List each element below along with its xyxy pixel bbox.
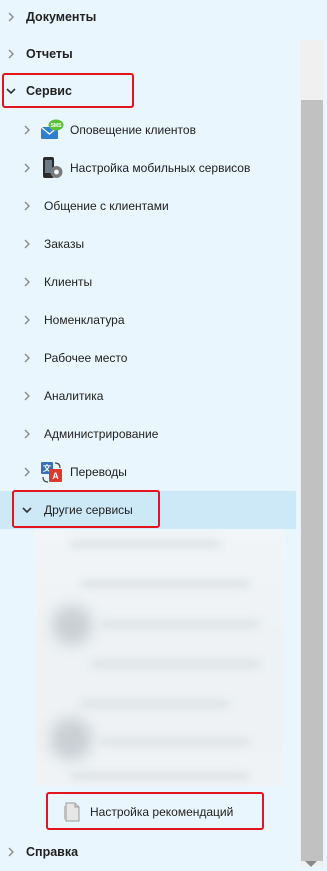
tree-item-label: Аналитика [44,389,104,403]
tree-item-reports[interactable]: Отчеты [0,35,296,73]
tree-item-label: Документы [26,10,97,24]
highlight-frame-recommendation-settings [46,792,264,830]
tree-item-label: Рабочее место [44,351,128,365]
svg-text:SMS: SMS [51,123,63,129]
redacted-blob [50,718,92,760]
chevron-right-icon[interactable] [22,353,32,363]
chevron-right-icon[interactable] [22,239,32,249]
tree-item-label: Отчеты [26,47,73,61]
tree-item-label: Переводы [70,465,127,479]
tree-item-nomenclature[interactable]: Номенклатура [0,301,296,339]
highlight-frame-other-services [12,490,160,528]
tree-item-label: Клиенты [44,275,93,289]
redacted-line [90,660,260,668]
mobile-settings-icon [40,156,64,180]
sms-notification-icon: SMS [40,118,64,142]
svg-text:A: A [52,471,59,481]
tree-item-workplace[interactable]: Рабочее место [0,339,296,377]
tree-item-clients[interactable]: Клиенты [0,263,296,301]
tree-item-label: Администрирование [44,427,159,441]
scrollbar-thumb[interactable] [301,100,323,861]
chevron-right-icon[interactable] [22,429,32,439]
tree-item-mobile-services-settings[interactable]: Настройка мобильных сервисов [0,149,296,187]
chevron-right-icon[interactable] [22,467,32,477]
scroll-down-arrow-icon[interactable] [305,861,317,867]
chevron-right-icon[interactable] [22,125,32,135]
tree-item-label: Оповещение клиентов [70,123,196,137]
redacted-line [70,540,220,548]
tree-item-label: Заказы [44,237,85,251]
highlight-frame-service [2,73,134,108]
redacted-line [100,738,250,746]
tree-item-label: Номенклатура [44,313,125,327]
tree-item-translations[interactable]: 文 A Переводы [0,453,296,491]
tree-item-analytics[interactable]: Аналитика [0,377,296,415]
chevron-right-icon[interactable] [6,12,16,22]
tree-item-documents[interactable]: Документы [0,0,296,36]
chevron-right-icon[interactable] [22,201,32,211]
chevron-right-icon[interactable] [22,277,32,287]
tree-item-label: Общение с клиентами [44,199,169,213]
redacted-blob [52,605,92,645]
tree-item-client-communication[interactable]: Общение с клиентами [0,187,296,225]
translations-icon: 文 A [40,460,64,484]
tree-item-administration[interactable]: Администрирование [0,415,296,453]
tree-item-client-notifications[interactable]: SMS Оповещение клиентов [0,111,296,149]
navigation-tree-panel: Документы Отчеты Сервис SMS Оповещение к… [0,0,296,871]
chevron-right-icon[interactable] [22,163,32,173]
tree-item-label: Справка [26,845,79,859]
chevron-right-icon[interactable] [22,391,32,401]
redacted-line [100,620,260,628]
redacted-line [80,700,230,708]
tree-item-help[interactable]: Справка [0,833,296,871]
chevron-right-icon[interactable] [6,49,16,59]
tree-item-orders[interactable]: Заказы [0,225,296,263]
redacted-line [80,580,250,588]
redacted-line [70,772,250,780]
chevron-right-icon[interactable] [22,315,32,325]
chevron-right-icon[interactable] [6,847,16,857]
tree-item-label: Настройка мобильных сервисов [70,161,251,175]
